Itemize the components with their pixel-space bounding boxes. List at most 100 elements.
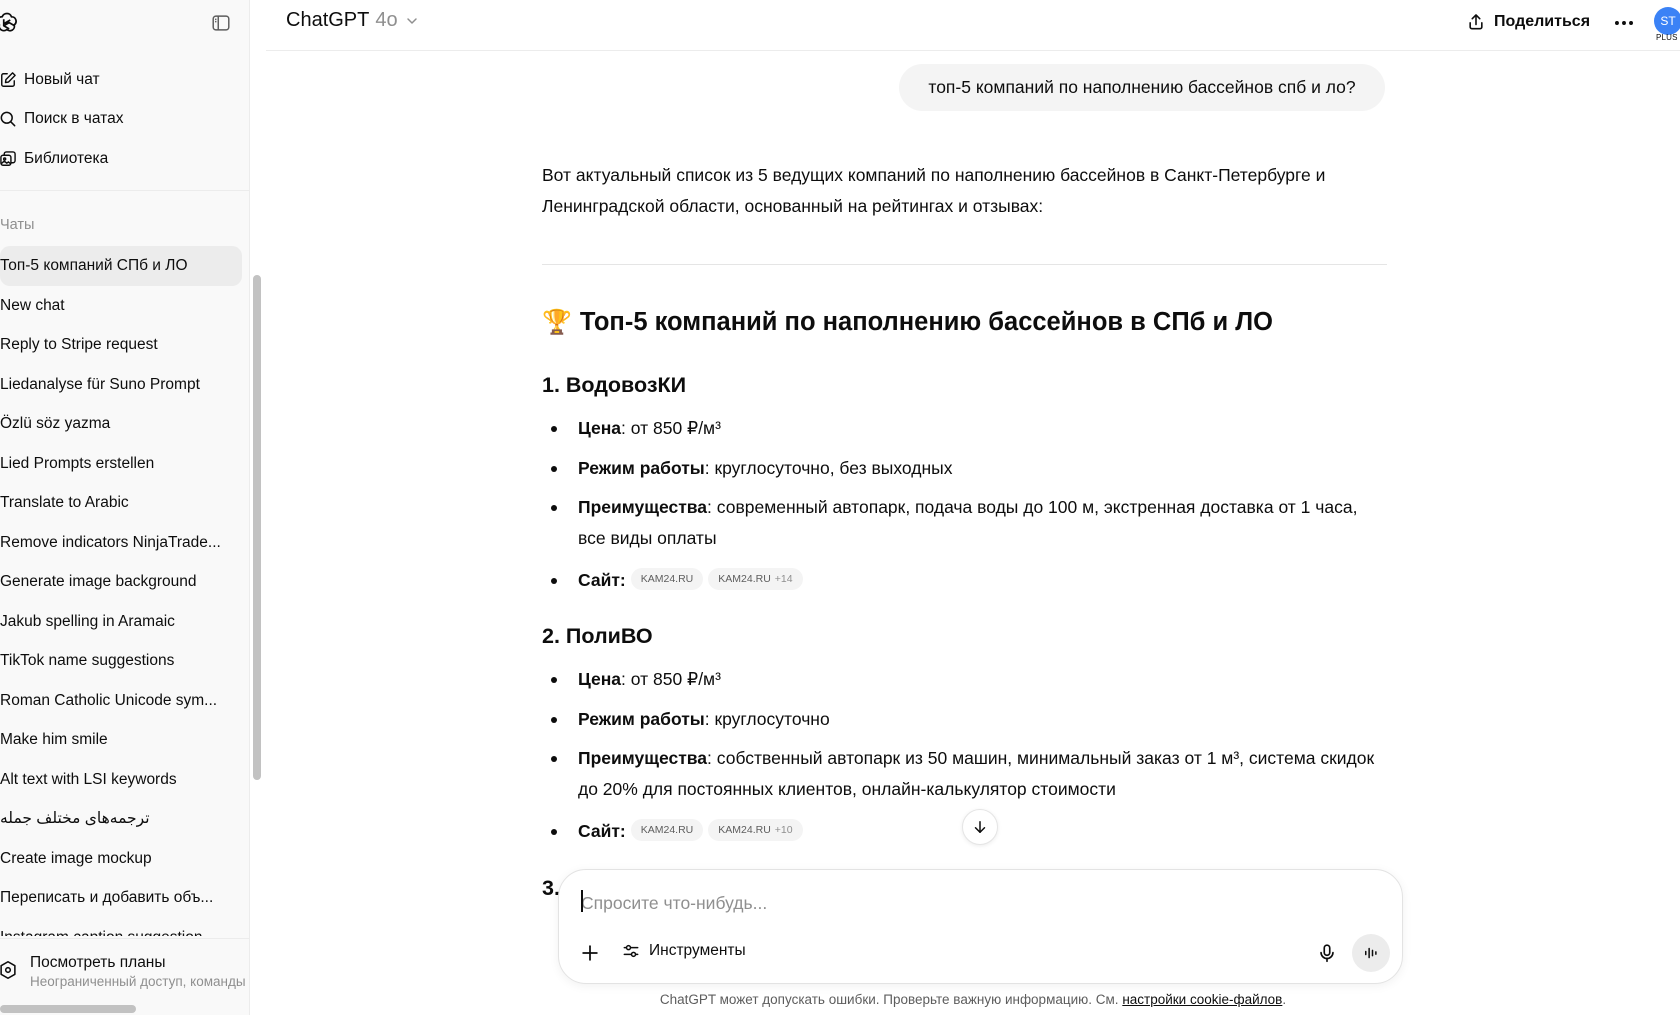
- disclaimer: ChatGPT может допускать ошибки. Проверьт…: [266, 992, 1680, 1007]
- search-chats-button[interactable]: Поиск в чатах: [0, 100, 249, 140]
- library-button[interactable]: Библиотека: [0, 139, 249, 179]
- plan-badge: PLUS: [1656, 33, 1678, 42]
- message-composer: Инструменты: [558, 869, 1403, 984]
- price-label: Цена: [578, 418, 622, 438]
- openai-logo-icon[interactable]: [0, 10, 20, 36]
- model-selector[interactable]: ChatGPT 4o: [286, 9, 420, 32]
- assistant-intro-text: Вот актуальный список из 5 ведущих компа…: [542, 165, 1326, 216]
- chat-item[interactable]: Instagram caption suggestion: [0, 918, 242, 937]
- list-item: Сайт: KAM24.RU KAM24.RU +14: [542, 565, 1387, 596]
- bullet: [551, 578, 557, 584]
- price-value: : от 850 ₽/м³: [621, 669, 721, 689]
- source-chip[interactable]: KAM24.RU: [630, 568, 704, 591]
- avatar[interactable]: ST: [1654, 7, 1680, 35]
- answer-heading: 🏆 Топ-5 компаний по наполнению бассейнов…: [542, 308, 1273, 337]
- sidebar: Новый чат Поиск в чатах Библиотека Чаты …: [0, 0, 250, 1015]
- bullet: [551, 466, 557, 472]
- chat-item[interactable]: Generate image background: [0, 562, 242, 602]
- plus-icon[interactable]: [579, 942, 601, 964]
- chat-item[interactable]: Özlü söz yazma: [0, 404, 242, 444]
- new-chat-button[interactable]: Новый чат: [0, 60, 249, 100]
- plans-icon: [0, 960, 16, 980]
- new-chat-label: Новый чат: [24, 70, 100, 88]
- text-caret: [581, 890, 583, 912]
- site-label: Сайт:: [578, 821, 626, 841]
- chat-item[interactable]: Liedanalyse für Suno Prompt: [0, 365, 242, 405]
- hours-value: : круглосуточно: [704, 709, 830, 729]
- chat-item[interactable]: ترجمه‌های مختلف جمله: [0, 799, 242, 839]
- microphone-icon[interactable]: [1316, 942, 1338, 964]
- company-heading: 2. ПолиВО: [542, 624, 653, 648]
- sidebar-toggle-icon[interactable]: [210, 12, 232, 34]
- chat-item[interactable]: TikTok name suggestions: [0, 641, 242, 681]
- sidebar-top: [0, 0, 249, 44]
- bullet: [551, 717, 557, 723]
- price-value: : от 850 ₽/м³: [621, 418, 721, 438]
- voice-mode-button[interactable]: [1352, 934, 1390, 972]
- model-name: ChatGPT: [286, 9, 370, 31]
- chat-item[interactable]: Remove indicators NinjaTrade...: [0, 523, 242, 563]
- benefits-label: Преимущества: [578, 748, 708, 768]
- source-chip[interactable]: KAM24.RU: [630, 819, 704, 842]
- prompt-input[interactable]: [581, 888, 1371, 918]
- arrow-down-icon: [974, 821, 986, 833]
- chat-item-active[interactable]: Топ-5 компаний СПб и ЛО: [0, 246, 242, 286]
- view-plans-subtitle: Неограниченный доступ, команды: [30, 974, 246, 989]
- source-chip[interactable]: KAM24.RU +10: [708, 819, 803, 842]
- hours-label: Режим работы: [578, 458, 705, 478]
- chat-item[interactable]: Alt text with LSI keywords: [0, 760, 242, 800]
- bullet: [551, 505, 557, 511]
- content-divider: [542, 264, 1387, 265]
- chat-item[interactable]: Make him smile: [0, 720, 242, 760]
- chat-item[interactable]: Jakub spelling in Aramaic: [0, 602, 242, 642]
- search-chats-label: Поиск в чатах: [24, 110, 124, 128]
- model-version: 4o: [375, 9, 398, 31]
- tools-label: Инструменты: [649, 942, 746, 959]
- chat-item[interactable]: Create image mockup: [0, 839, 242, 879]
- view-plans-button[interactable]: Посмотреть планы Неограниченный доступ, …: [0, 938, 249, 1015]
- library-icon: [0, 150, 16, 166]
- chat-item[interactable]: Translate to Arabic: [0, 483, 242, 523]
- bullet: [551, 677, 557, 683]
- hours-value: : круглосуточно, без выходных: [704, 458, 953, 478]
- sidebar-scrollbar[interactable]: [253, 275, 261, 780]
- assistant-intro: Вот актуальный список из 5 ведущих компа…: [542, 160, 1387, 222]
- scroll-to-bottom-button[interactable]: [962, 809, 998, 845]
- top-bar: ChatGPT 4o Поделиться ST PLUS: [266, 0, 1680, 51]
- voice-wave-icon: [1365, 947, 1377, 959]
- list-item: Преимущества: современный автопарк, пода…: [542, 492, 1387, 554]
- bullet: [551, 426, 557, 432]
- company-heading: 1. ВодовозКИ: [542, 373, 687, 397]
- chat-item[interactable]: Roman Catholic Unicode sym...: [0, 681, 242, 721]
- list-item: Преимущества: собственный автопарк из 50…: [542, 743, 1387, 805]
- cookie-settings-link[interactable]: настройки cookie-файлов: [1122, 992, 1282, 1007]
- more-options-icon[interactable]: [1611, 10, 1637, 36]
- disclaimer-text: ChatGPT может допускать ошибки. Проверьт…: [659, 992, 1119, 1007]
- bullet: [551, 756, 557, 762]
- new-chat-icon: [1, 71, 16, 87]
- hours-label: Режим работы: [578, 709, 705, 729]
- price-label: Цена: [578, 669, 622, 689]
- library-label: Библиотека: [24, 149, 109, 167]
- search-icon: [0, 111, 16, 127]
- list-item: Режим работы: круглосуточно, без выходны…: [542, 453, 1387, 484]
- horizontal-scrollbar[interactable]: [0, 1005, 136, 1013]
- list-item: Режим работы: круглосуточно: [542, 704, 1387, 735]
- chevron-down-icon: [406, 17, 417, 24]
- chat-item[interactable]: Переписать и добавить объ...: [0, 878, 242, 918]
- share-label: Поделиться: [1494, 13, 1591, 30]
- tools-button[interactable]: Инструменты: [621, 941, 746, 961]
- disclaimer-suffix: .: [1282, 992, 1287, 1007]
- view-plans-title: Посмотреть планы: [30, 954, 166, 971]
- chat-history-list[interactable]: Топ-5 компаний СПб и ЛО New chat Reply t…: [0, 246, 244, 936]
- sidebar-nav: Новый чат Поиск в чатах Библиотека: [0, 60, 249, 179]
- chat-item[interactable]: Reply to Stripe request: [0, 325, 242, 365]
- source-chip[interactable]: KAM24.RU +14: [708, 568, 803, 591]
- list-item: Цена: от 850 ₽/м³: [542, 664, 1387, 695]
- chat-item[interactable]: Lied Prompts erstellen: [0, 444, 242, 484]
- benefits-label: Преимущества: [578, 497, 708, 517]
- share-button[interactable]: Поделиться: [1466, 12, 1590, 32]
- chats-section-label: Чаты: [0, 217, 35, 233]
- chat-item[interactable]: New chat: [0, 286, 242, 326]
- sidebar-divider: [0, 190, 249, 191]
